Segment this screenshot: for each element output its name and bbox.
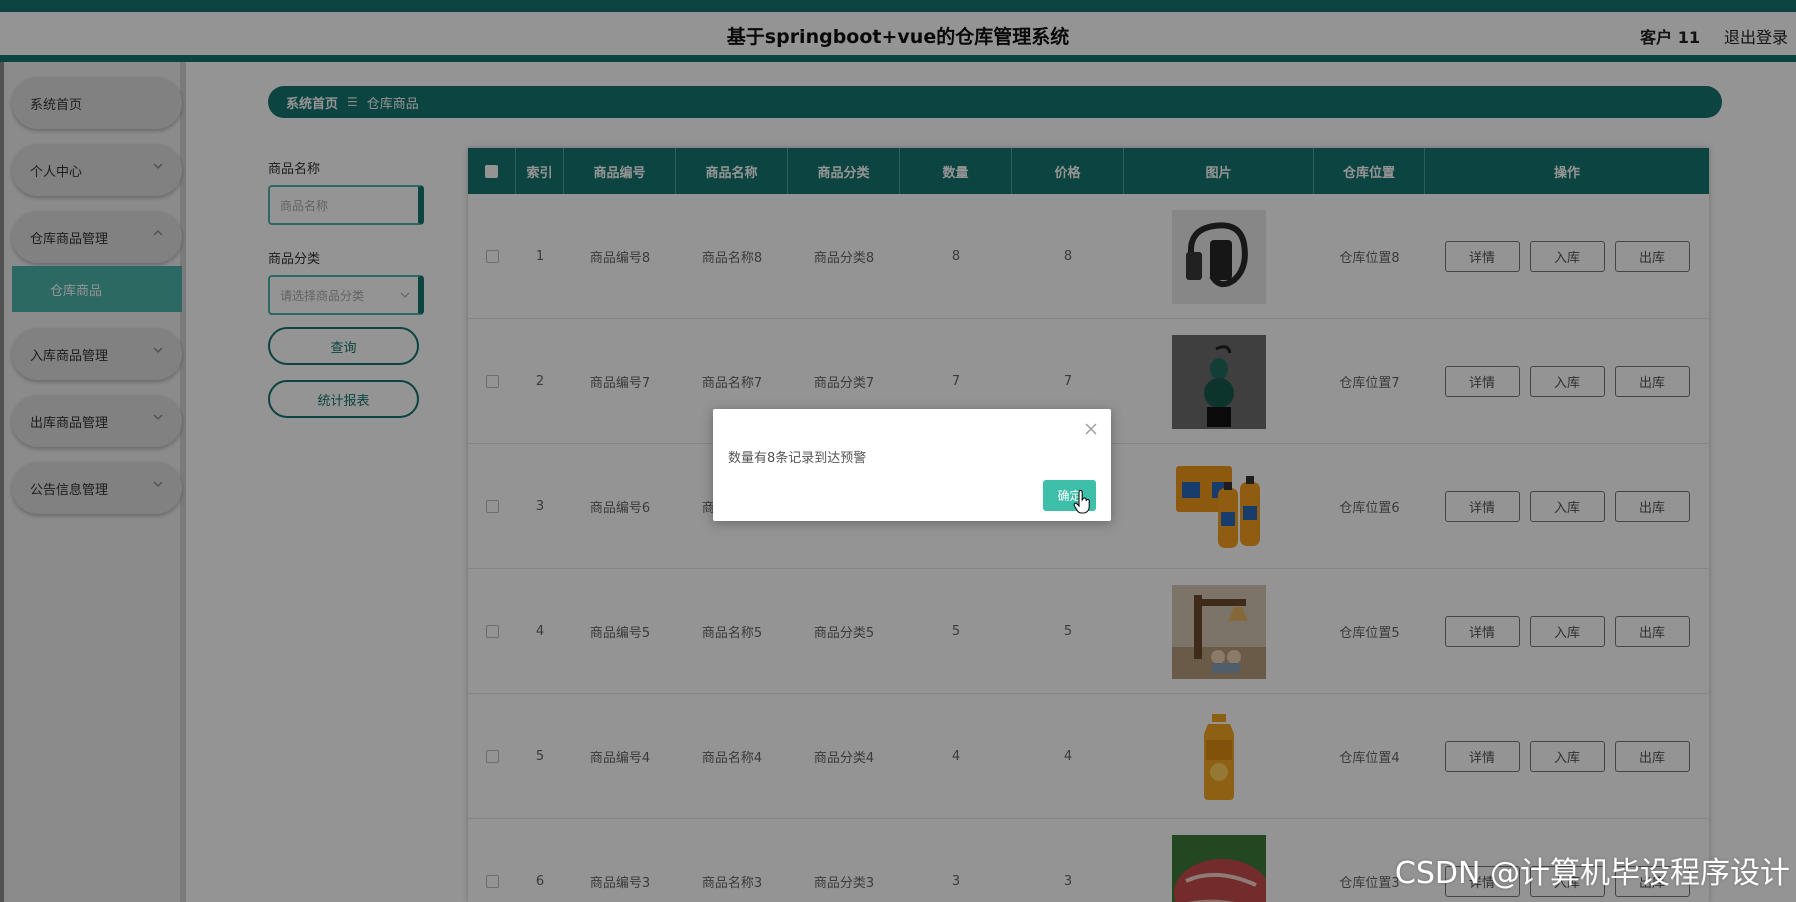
hand-cursor-icon — [1073, 490, 1090, 514]
watermark: CSDN @计算机毕设程序设计 — [1394, 856, 1790, 891]
dialog-message: 数量有8条记录到达预警 — [728, 451, 867, 466]
close-icon[interactable] — [1085, 423, 1097, 435]
warning-dialog: 数量有8条记录到达预警 确定 — [713, 409, 1111, 521]
